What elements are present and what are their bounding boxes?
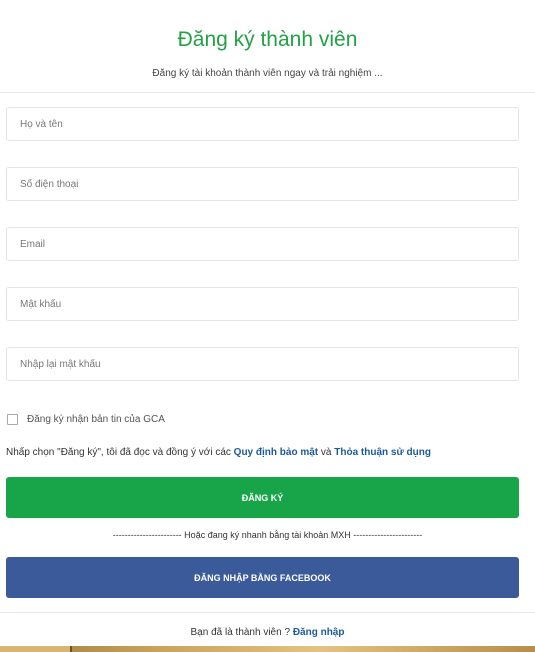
confirm-password-input[interactable] [7,348,518,380]
email-input[interactable] [7,228,518,260]
social-divider: ----------------------- Hoặc đang ký nha… [112,530,423,540]
newsletter-checkbox[interactable] [7,413,18,425]
phone-field-box [6,167,519,201]
facebook-login-button[interactable]: ĐĂNG NHẬP BẰNG FACEBOOK [6,557,519,598]
phone-input[interactable] [7,168,518,200]
terms-of-use-link[interactable]: Thỏa thuận sử dụng [334,447,431,458]
login-link[interactable]: Đăng nhập [293,627,345,638]
confirm-password-field-box [6,347,519,381]
privacy-policy-link[interactable]: Quy định bảo mật [234,447,318,458]
background-strip-edge [0,646,72,652]
terms-notice: Nhấp chọn "Đăng ký", tôi đã đọc và đồng … [6,447,431,459]
register-button[interactable]: ĐĂNG KÝ [6,477,519,518]
page-title: Đăng ký thành viên [177,28,358,51]
fullname-input[interactable] [7,108,518,140]
fullname-field-box [6,107,519,141]
terms-conjunction: và [318,447,335,458]
terms-prefix: Nhấp chọn "Đăng ký", tôi đã đọc và đồng … [6,447,234,458]
password-field-box [6,287,519,321]
login-question: Bạn đã là thành viên ? [190,627,293,638]
login-prompt: Bạn đã là thành viên ? Đăng nhập [0,612,535,646]
page-subtitle: Đăng ký tài khoản thành viên ngay và trả… [152,68,383,79]
registration-form [6,107,519,407]
background-strip [0,646,535,652]
password-input[interactable] [7,288,518,320]
form-header: Đăng ký thành viên Đăng ký tài khoản thà… [0,0,535,93]
newsletter-label: Đăng ký nhận bản tin của GCA [27,413,165,425]
newsletter-option[interactable]: Đăng ký nhận bản tin của GCA [7,413,165,425]
email-field-box [6,227,519,261]
